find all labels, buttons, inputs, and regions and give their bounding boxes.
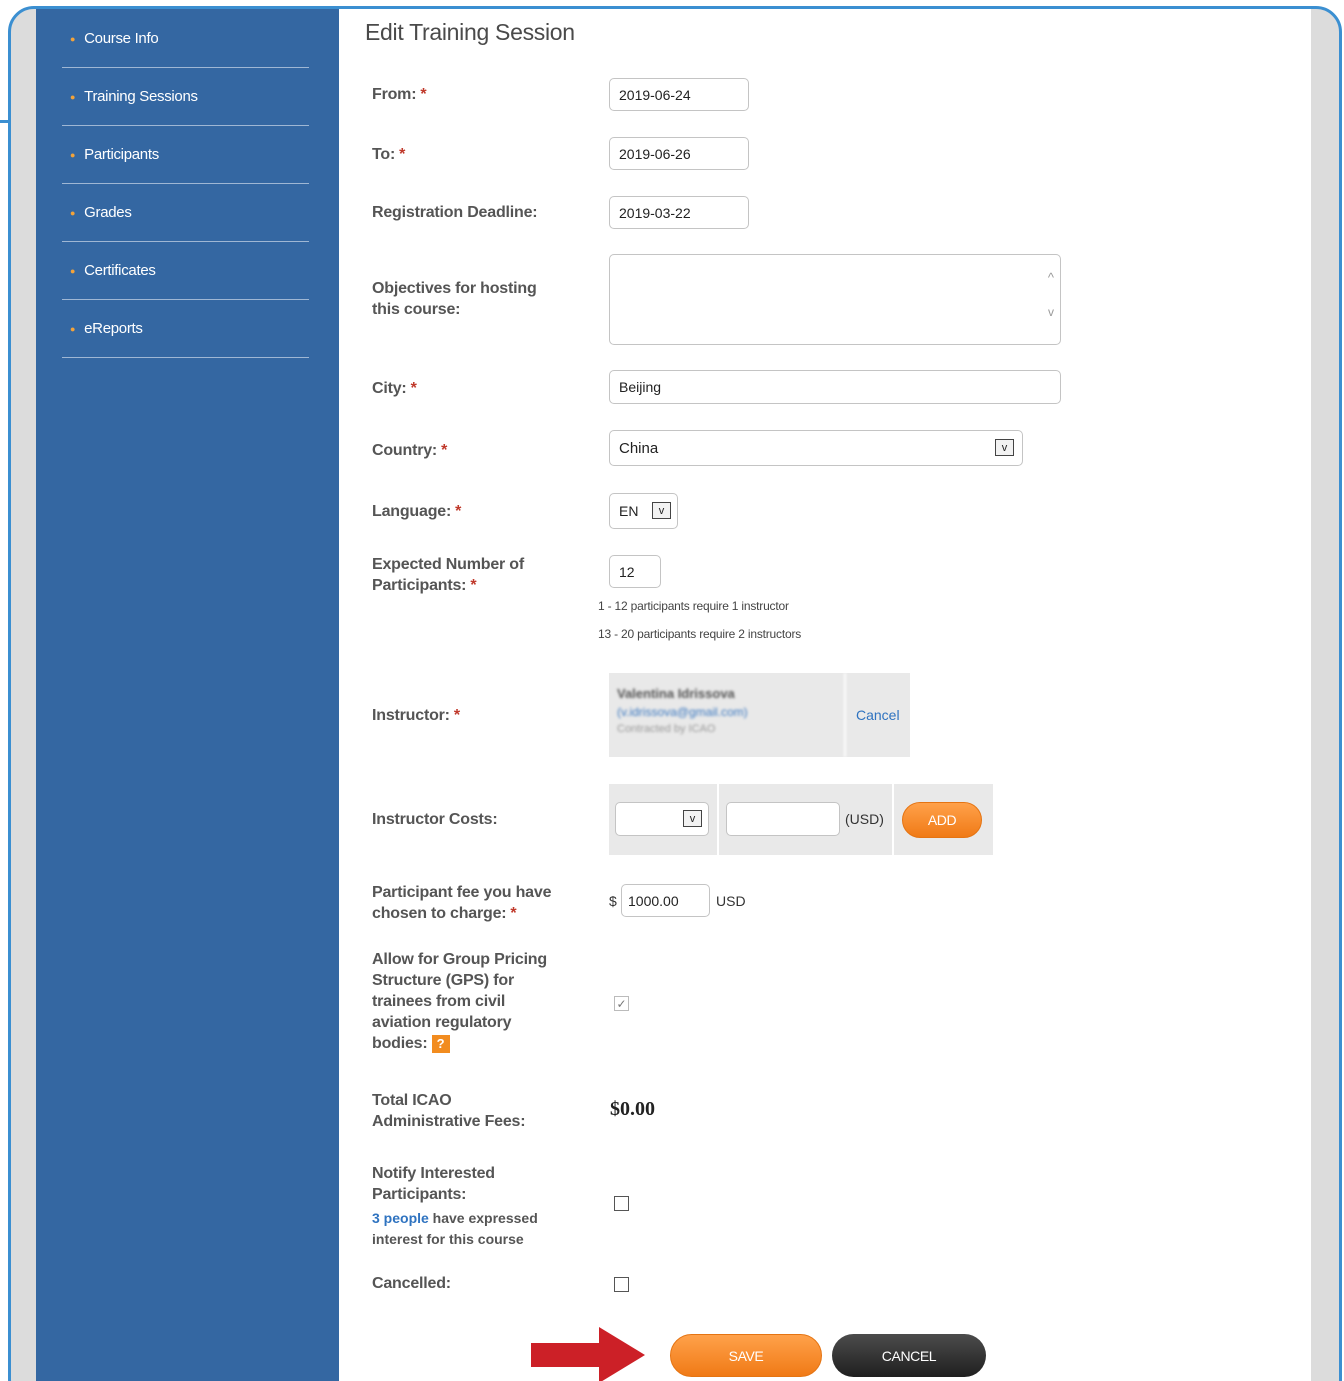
registration-deadline-label: Registration Deadline: bbox=[372, 204, 538, 221]
to-label: To: * bbox=[372, 146, 406, 163]
sidebar-item-label: eReports bbox=[84, 320, 143, 337]
instructor-email[interactable]: (v.idrissova@gmail.com) bbox=[617, 705, 844, 719]
add-cost-button[interactable]: ADD bbox=[902, 802, 982, 838]
scroll-up-icon[interactable]: ^ bbox=[1048, 270, 1054, 285]
required-marker: * bbox=[455, 503, 462, 520]
to-date-input[interactable]: 2019-06-26 bbox=[609, 137, 749, 170]
cost-currency-label: (USD) bbox=[845, 811, 884, 827]
sidebar-item-label: Certificates bbox=[84, 262, 156, 279]
required-marker: * bbox=[510, 905, 517, 922]
sidebar-item-label: Training Sessions bbox=[84, 88, 198, 105]
cost-type-select[interactable]: v bbox=[615, 802, 709, 836]
page-title: Edit Training Session bbox=[365, 19, 575, 45]
bullet-icon: ● bbox=[70, 207, 76, 218]
required-marker: * bbox=[399, 146, 406, 163]
required-marker: * bbox=[470, 577, 477, 594]
app-window-frame: ● Course Info ● Training Sessions ● Partici… bbox=[8, 6, 1342, 1381]
sidebar-nav: ● Course Info ● Training Sessions ● Partici… bbox=[36, 9, 339, 1381]
objectives-label: Objectives for hosting this course: bbox=[372, 280, 537, 318]
registration-deadline-input[interactable]: 2019-03-22 bbox=[609, 196, 749, 229]
fee-currency-label: USD bbox=[716, 893, 746, 909]
gps-checkbox[interactable]: ✓ bbox=[614, 996, 629, 1011]
language-label: Language: * bbox=[372, 503, 462, 520]
scroll-down-icon[interactable]: v bbox=[1048, 305, 1054, 319]
chevron-down-icon: v bbox=[995, 439, 1014, 456]
sidebar-item-participants[interactable]: ● Participants bbox=[62, 126, 309, 184]
instructor-cancel-link[interactable]: Cancel bbox=[856, 707, 900, 757]
save-button[interactable]: SAVE bbox=[670, 1334, 822, 1377]
required-marker: * bbox=[410, 380, 417, 397]
notify-checkbox[interactable] bbox=[614, 1196, 629, 1211]
participant-fee-input[interactable]: 1000.00 bbox=[621, 884, 710, 917]
notify-note: 3 people have expressed interest for this… bbox=[372, 1210, 538, 1247]
instructor-card: Valentina Idrissova (v.idrissova@gmail.c… bbox=[609, 673, 910, 757]
fee-dollar-prefix: $ bbox=[609, 893, 617, 909]
app-window: ● Course Info ● Training Sessions ● Partici… bbox=[36, 9, 1311, 1381]
objectives-textarea[interactable]: ^ v bbox=[609, 254, 1061, 345]
instructor-contract: Contracted by ICAO bbox=[617, 723, 716, 735]
city-input[interactable]: Beijing bbox=[609, 370, 1061, 404]
participants-label: Expected Number of Participants: * bbox=[372, 556, 524, 594]
admin-fees-value: $0.00 bbox=[610, 1098, 655, 1120]
country-select[interactable]: China v bbox=[609, 430, 1023, 466]
edit-session-form: Edit Training Session From: * 2019-06-24 … bbox=[339, 9, 1311, 1381]
sidebar-item-label: Participants bbox=[84, 146, 159, 163]
sidebar-item-training-sessions[interactable]: ● Training Sessions bbox=[62, 68, 309, 126]
instructor-name: Valentina Idrissova bbox=[617, 686, 735, 701]
sidebar-item-ereports[interactable]: ● eReports bbox=[62, 300, 309, 358]
participant-fee-label: Participant fee you have chosen to charge… bbox=[372, 884, 552, 922]
participants-hint-2: 13 - 20 participants require 2 instructo… bbox=[598, 627, 802, 641]
interested-people-link[interactable]: 3 people bbox=[372, 1210, 429, 1226]
cancelled-checkbox[interactable] bbox=[614, 1277, 629, 1292]
bullet-icon: ● bbox=[70, 33, 76, 44]
help-icon[interactable]: ? bbox=[431, 1034, 450, 1053]
bullet-icon: ● bbox=[70, 149, 76, 160]
sidebar-item-label: Course Info bbox=[84, 30, 159, 47]
participants-hint-1: 1 - 12 participants require 1 instructor bbox=[598, 599, 789, 613]
instructor-costs-label: Instructor Costs: bbox=[372, 811, 498, 828]
from-date-input[interactable]: 2019-06-24 bbox=[609, 78, 749, 111]
required-marker: * bbox=[441, 442, 448, 459]
chevron-down-icon: v bbox=[683, 810, 702, 827]
instructor-label: Instructor: * bbox=[372, 707, 460, 724]
admin-fees-label: Total ICAO Administrative Fees: bbox=[372, 1092, 526, 1130]
sidebar-item-grades[interactable]: ● Grades bbox=[62, 184, 309, 242]
country-label: Country: * bbox=[372, 442, 448, 459]
red-arrow-icon bbox=[531, 1327, 645, 1381]
city-label: City: * bbox=[372, 380, 417, 397]
bullet-icon: ● bbox=[70, 265, 76, 276]
bullet-icon: ● bbox=[70, 91, 76, 102]
sidebar-item-course-info[interactable]: ● Course Info bbox=[62, 10, 309, 68]
participants-count-input[interactable]: 12 bbox=[609, 555, 661, 588]
bullet-icon: ● bbox=[70, 323, 76, 334]
chevron-down-icon: v bbox=[652, 502, 671, 519]
required-marker: * bbox=[420, 86, 427, 103]
instructor-costs-row: v (USD) ADD bbox=[609, 784, 993, 855]
required-marker: * bbox=[453, 707, 460, 724]
notify-label: Notify Interested Participants: bbox=[372, 1165, 495, 1203]
cancelled-label: Cancelled: bbox=[372, 1275, 451, 1292]
sidebar-item-certificates[interactable]: ● Certificates bbox=[62, 242, 309, 300]
gps-label: Allow for Group Pricing Structure (GPS) f… bbox=[372, 951, 547, 1053]
from-label: From: * bbox=[372, 86, 427, 103]
cost-amount-input[interactable] bbox=[726, 802, 840, 836]
cancel-button[interactable]: CANCEL bbox=[832, 1334, 986, 1377]
instructor-info: Valentina Idrissova (v.idrissova@gmail.c… bbox=[609, 673, 846, 757]
language-select[interactable]: EN v bbox=[609, 493, 678, 529]
sidebar-item-label: Grades bbox=[84, 204, 132, 221]
